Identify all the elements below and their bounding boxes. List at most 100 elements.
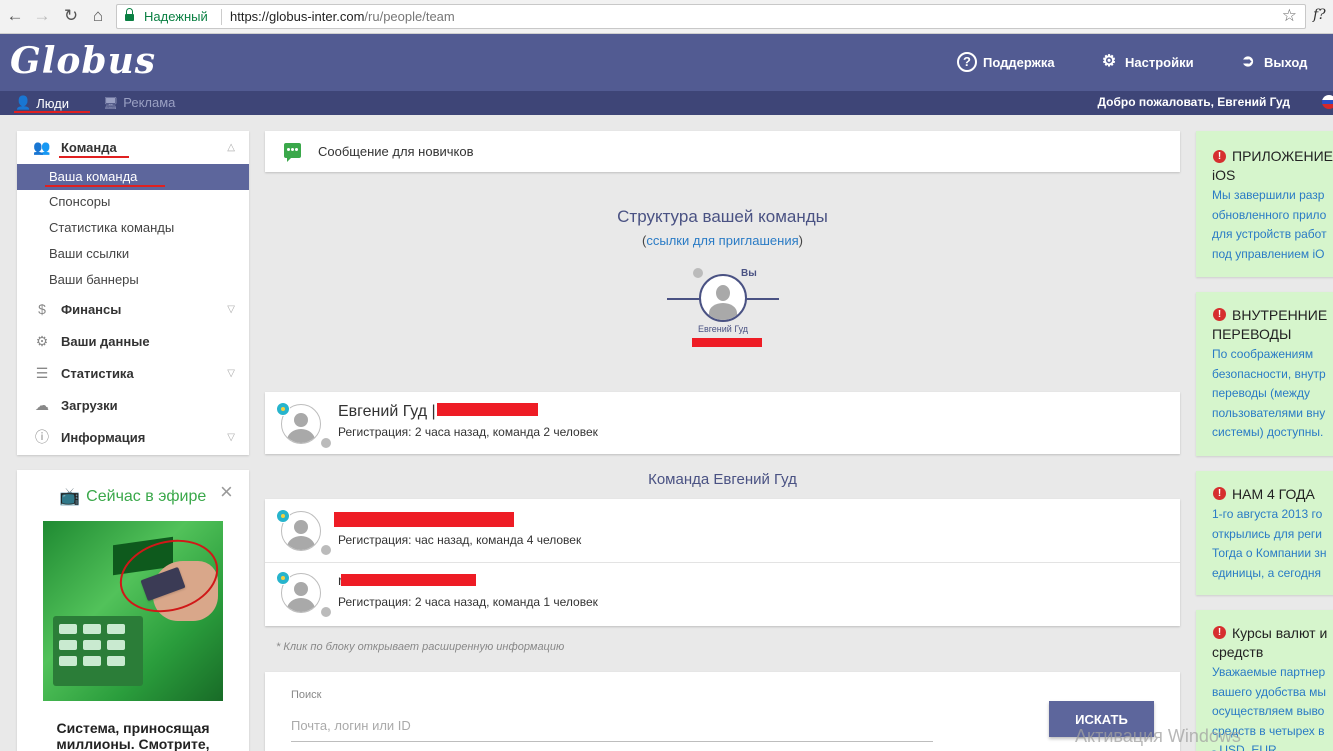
search-panel: Поиск ИСКАТЬ xyxy=(265,672,1180,751)
atm-promo-image[interactable] xyxy=(43,521,223,701)
status-dot xyxy=(321,438,331,448)
forward-arrow-icon[interactable]: → xyxy=(32,6,52,26)
member-name: Евгений Гуд | xyxy=(338,403,436,420)
site-logo[interactable]: Globus xyxy=(10,40,156,82)
redaction-bar xyxy=(334,512,514,527)
support-link[interactable]: ? Поддержка xyxy=(957,52,1055,72)
extension-icon[interactable]: f? xyxy=(1313,7,1326,23)
my-profile-card[interactable]: Евгений Гуд | Регистрация: 2 часа назад,… xyxy=(265,392,1180,454)
sidebar-item-label: Финансы xyxy=(61,301,122,317)
list-icon: ☰ xyxy=(35,364,49,381)
live-title[interactable]: 📺 Сейчас в эфире xyxy=(59,487,206,507)
paren-close: ) xyxy=(798,233,803,248)
logout-link[interactable]: ➲ Выход xyxy=(1238,52,1307,72)
sidebar-item-downloads[interactable]: ☁ Загрузки xyxy=(17,390,249,420)
newbie-message-text: Сообщение для новичков xyxy=(318,144,474,159)
info-icon: ⓘ xyxy=(35,429,49,445)
news-item[interactable]: ! ВНУТРЕННИЕ ПЕРЕВОДЫ По соображениям бе… xyxy=(1196,292,1333,456)
url-separator xyxy=(221,9,222,25)
sidebar-item-team[interactable]: 👥 Команда △ xyxy=(17,132,249,162)
tab-people[interactable]: 👤 Люди xyxy=(15,95,69,111)
member-meta: Регистрация: час назад, команда 4 челове… xyxy=(338,533,582,547)
sidebar-subitem-your-links[interactable]: Ваши ссылки xyxy=(17,241,249,267)
news-title: НАМ 4 ГОДА xyxy=(1232,486,1315,502)
bookmark-star-icon[interactable]: ☆ xyxy=(1282,6,1297,26)
site-header: Globus ? Поддержка ⚙ Настройки ➲ Выход xyxy=(0,34,1333,91)
tab-ads-label: Реклама xyxy=(123,95,176,110)
tree-avatar[interactable] xyxy=(699,274,747,322)
secure-label: Надежный xyxy=(144,9,208,24)
sidebar-item-your-data[interactable]: ⚙ Ваши данные xyxy=(17,326,249,356)
team-title: Команда Евгений Гуд xyxy=(648,471,797,488)
home-icon[interactable]: ⌂ xyxy=(88,6,108,26)
sidebar-subitem-sponsors[interactable]: Спонсоры xyxy=(17,189,249,215)
flag-icon xyxy=(276,571,290,585)
settings-link[interactable]: ⚙ Настройки xyxy=(1099,52,1194,72)
sidebar-item-label: Статистика xyxy=(61,365,134,381)
news-body: По соображениям безопасности, внутр пере… xyxy=(1212,347,1326,439)
list-item[interactable]: r Регистрация: 2 часа назад, команда 1 ч… xyxy=(265,563,1180,626)
member-meta: Регистрация: 2 часа назад, команда 2 чел… xyxy=(338,425,598,439)
sidebar-item-stats[interactable]: ☰ Статистика ▽ xyxy=(17,358,249,388)
back-arrow-icon[interactable]: ← xyxy=(5,6,25,26)
url-path: /ru/people/team xyxy=(364,9,455,24)
sidebar-item-finance[interactable]: $ Финансы ▽ xyxy=(17,294,249,324)
live-stream-box: 📺 Сейчас в эфире × Система, приносящая м… xyxy=(17,470,249,751)
redaction-bar xyxy=(341,574,476,586)
chevron-down-icon: ▽ xyxy=(227,431,235,443)
language-flag-icon[interactable] xyxy=(1322,95,1333,109)
live-tv-icon: 📺 xyxy=(59,487,81,506)
chevron-down-icon: ▽ xyxy=(227,303,235,315)
dollar-icon: $ xyxy=(38,301,46,317)
status-dot xyxy=(321,545,331,555)
tree-node-name: Евгений Гуд xyxy=(697,324,749,334)
chevron-up-icon: △ xyxy=(227,141,235,153)
sidebar-item-label: Команда xyxy=(61,139,117,155)
support-label: Поддержка xyxy=(983,54,1055,70)
structure-title: Структура вашей команды xyxy=(617,207,828,226)
gear-icon: ⚙ xyxy=(35,332,49,349)
help-circle-icon: ? xyxy=(957,52,977,72)
cloud-download-icon: ☁ xyxy=(35,396,49,413)
search-input[interactable] xyxy=(291,710,933,742)
tree-you-label: Вы xyxy=(741,268,757,279)
sidebar-item-label: Информация xyxy=(61,429,146,445)
news-title: ВНУТРЕННИЕ ПЕРЕВОДЫ xyxy=(1212,307,1328,342)
sidebar-item-label: Загрузки xyxy=(61,397,118,413)
lock-icon xyxy=(125,8,134,21)
gear-icon: ⚙ xyxy=(1101,53,1117,70)
logout-label: Выход xyxy=(1264,54,1308,70)
chevron-down-icon: ▽ xyxy=(227,367,235,379)
sidebar-item-label: Ваши данные xyxy=(61,333,150,349)
redaction-bar xyxy=(692,338,762,347)
windows-activation-watermark: Активация Windows xyxy=(1075,726,1241,746)
url-host: https://globus-inter.com xyxy=(230,9,365,24)
team-members-list: Регистрация: час назад, команда 4 челове… xyxy=(265,499,1180,626)
newbie-message-bar[interactable]: Сообщение для новичков xyxy=(265,131,1180,172)
flag-icon xyxy=(276,509,290,523)
news-item[interactable]: ! ПРИЛОЖЕНИЕ iOS Мы завершили разр обнов… xyxy=(1196,131,1333,277)
invite-links-link[interactable]: ссылки для приглашения xyxy=(646,233,798,248)
news-body: Мы завершили разр обновленного прило для… xyxy=(1212,188,1327,261)
tree-status-dot xyxy=(693,268,703,278)
monitor-icon: 🖥 xyxy=(103,95,119,110)
news-title: Курсы валют и средств xyxy=(1212,625,1328,660)
url-text[interactable]: https://globus-inter.com/ru/people/team xyxy=(230,9,455,24)
redaction-bar xyxy=(437,403,538,416)
reload-icon[interactable]: ↻ xyxy=(61,6,81,26)
list-item[interactable]: Регистрация: час назад, команда 4 челове… xyxy=(265,499,1180,562)
news-item[interactable]: ! НАМ 4 ГОДА 1-го августа 2013 го открыл… xyxy=(1196,471,1333,595)
chat-message-icon xyxy=(284,143,301,162)
sidebar-item-info[interactable]: ⓘ Информация ▽ xyxy=(17,422,249,452)
sidebar-subitem-team-stats[interactable]: Статистика команды xyxy=(17,215,249,241)
live-title-label: Сейчас в эфире xyxy=(86,488,207,505)
red-underline-annotation xyxy=(14,111,90,113)
live-promo-text[interactable]: Система, приносящая миллионы. Смотрите, xyxy=(37,720,229,751)
tab-ads[interactable]: 🖥 Реклама xyxy=(103,95,175,110)
close-icon[interactable]: × xyxy=(220,479,233,505)
member-meta: Регистрация: 2 часа назад, команда 1 чел… xyxy=(338,595,598,609)
address-bar[interactable]: Надежный https://globus-inter.com/ru/peo… xyxy=(116,4,1306,29)
welcome-text: Добро пожаловать, Евгений Гуд xyxy=(1097,95,1290,109)
browser-toolbar: ← → ↻ ⌂ Надежный https://globus-inter.co… xyxy=(0,0,1333,34)
sidebar-subitem-your-banners[interactable]: Ваши баннеры xyxy=(17,267,249,293)
